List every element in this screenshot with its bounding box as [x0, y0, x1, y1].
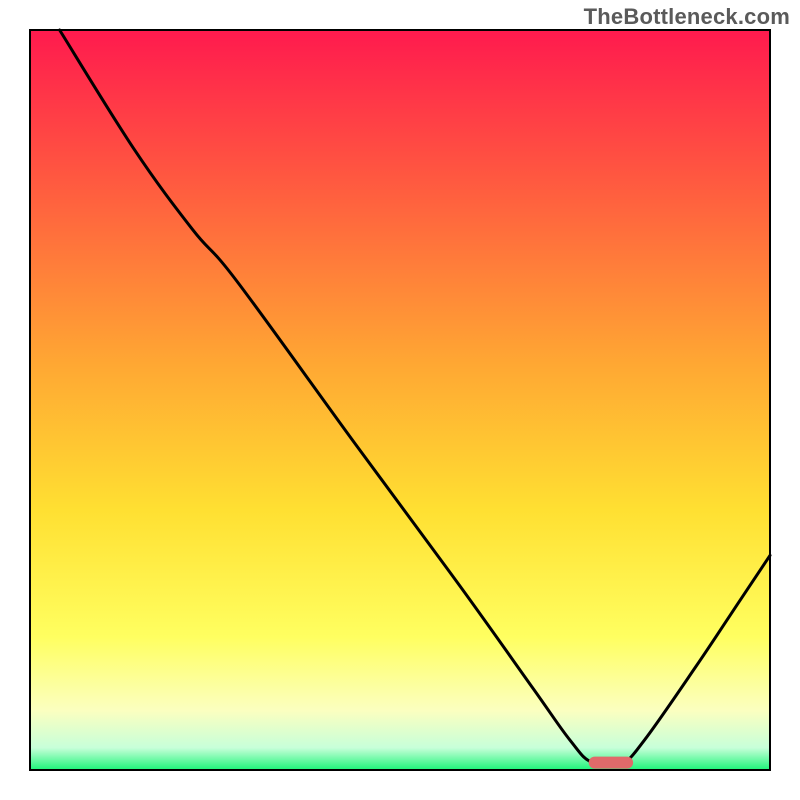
bottleneck-chart	[0, 0, 800, 800]
chart-background	[30, 30, 770, 770]
watermark-text: TheBottleneck.com	[584, 4, 790, 30]
highlight-pill	[589, 757, 633, 769]
